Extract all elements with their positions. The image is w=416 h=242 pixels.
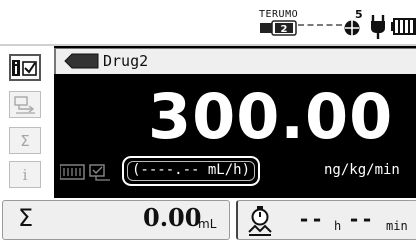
ac-plug-icon: [371, 15, 385, 39]
drug-tag-icon: [64, 53, 99, 69]
drug-header[interactable]: Drug2: [54, 48, 416, 74]
time-hours-value: --: [298, 207, 325, 231]
sidebar: Σ i: [0, 48, 48, 198]
status-bar: TERUMO 2 5: [0, 0, 416, 46]
time-hours-unit: h: [334, 219, 342, 233]
total-volume-value: 0.00: [143, 203, 202, 232]
syringe-badge: 2: [281, 24, 288, 35]
sum-icon: Σ: [18, 204, 34, 232]
drug-name: Drug2: [103, 52, 149, 70]
info-icon: i: [22, 165, 28, 184]
program-mode-icon: [89, 164, 110, 181]
rate-value: 300.00: [148, 80, 394, 153]
total-volume-unit: mL: [198, 217, 217, 231]
sum-icon: Σ: [20, 131, 30, 150]
pressure-level: 5: [355, 8, 363, 21]
sum-button[interactable]: Σ: [9, 127, 41, 154]
volume-rate-box[interactable]: (----.-- mL/h): [122, 156, 260, 186]
info-check-icon: [12, 59, 37, 76]
battery-icon: [391, 18, 416, 35]
syringe-icon: 2: [260, 20, 297, 36]
time-minutes-value: --: [348, 207, 375, 231]
remaining-time-panel[interactable]: -- h -- min: [236, 200, 416, 240]
brand-label: TERUMO: [259, 9, 299, 20]
dash-line: [298, 24, 342, 26]
device-settings-button[interactable]: [9, 91, 41, 118]
total-volume-panel[interactable]: Σ 0.00 mL: [2, 200, 230, 240]
device-settings-icon: [14, 95, 35, 114]
bottom-bar: Σ 0.00 mL -- h -- min: [0, 198, 416, 242]
pump-mode-icon: [60, 164, 85, 180]
info-check-button[interactable]: [9, 54, 41, 81]
pressure-occlusion-icon: 5: [344, 8, 363, 36]
time-minutes-unit: min: [386, 219, 408, 233]
volume-rate-text: (----.-- mL/h): [132, 162, 251, 178]
rate-unit: ng/kg/min: [324, 162, 400, 178]
timer-icon: [248, 206, 272, 236]
main-panel: Drug2 300.00 (----.-- mL/h) ng/kg/min: [54, 46, 416, 198]
mode-icons: [60, 164, 110, 181]
info-button[interactable]: i: [9, 161, 41, 188]
